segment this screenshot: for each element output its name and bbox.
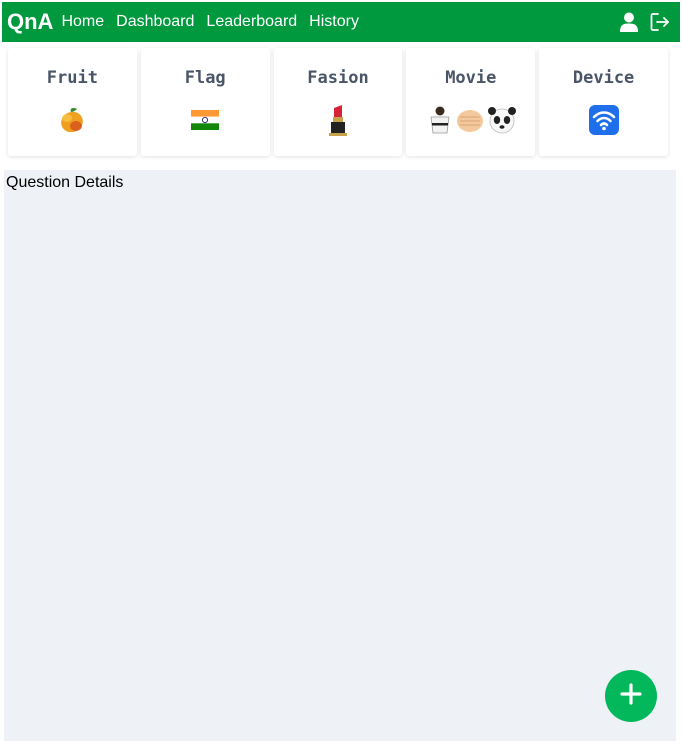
category-title: Fasion bbox=[307, 68, 369, 88]
category-card-fruit[interactable]: Fruit bbox=[8, 48, 137, 156]
category-card-flag[interactable]: Flag bbox=[140, 48, 270, 156]
user-icon[interactable] bbox=[620, 12, 638, 32]
nav-dashboard-link[interactable]: Dashboard bbox=[116, 13, 194, 31]
section-title: Question Details bbox=[6, 174, 124, 191]
nav-actions bbox=[620, 12, 670, 32]
nav-home-link[interactable]: Home bbox=[61, 13, 104, 31]
nav-leaderboard-link[interactable]: Leaderboard bbox=[206, 13, 297, 31]
lipstick-icon bbox=[326, 104, 350, 136]
karate-fist-panda-icons bbox=[426, 104, 516, 136]
category-title: Movie bbox=[445, 68, 497, 88]
wifi-icon bbox=[588, 104, 620, 136]
category-list: Fruit Flag Fasion Movie Device bbox=[8, 48, 668, 160]
nav-history-link[interactable]: History bbox=[309, 13, 359, 31]
add-question-button[interactable] bbox=[605, 670, 657, 722]
brand-logo[interactable]: QnA bbox=[7, 9, 53, 35]
category-card-movie[interactable]: Movie bbox=[406, 48, 536, 156]
category-title: Device bbox=[572, 68, 635, 88]
category-title: Flag bbox=[184, 68, 226, 88]
top-navbar: QnA Home Dashboard Leaderboard History bbox=[2, 2, 680, 42]
question-details-panel: Question Details bbox=[4, 170, 676, 741]
mango-icon bbox=[57, 104, 87, 136]
category-card-device[interactable]: Device bbox=[539, 48, 668, 156]
plus-icon bbox=[620, 682, 642, 710]
india-flag-icon bbox=[191, 104, 220, 136]
category-card-fasion[interactable]: Fasion bbox=[273, 48, 403, 156]
category-title: Fruit bbox=[46, 68, 98, 88]
logout-icon[interactable] bbox=[650, 12, 670, 32]
